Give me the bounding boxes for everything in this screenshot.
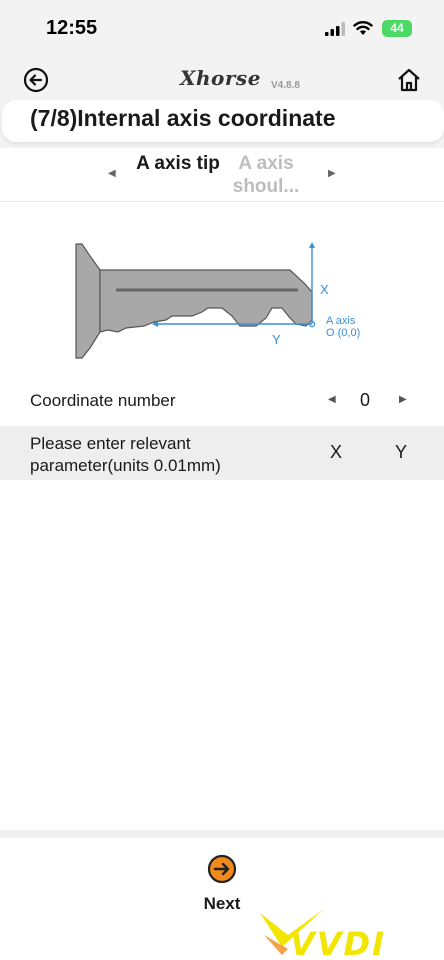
app-version: V4.8.8 xyxy=(271,80,300,91)
axis-tabs: ◀ A axis tip A axis shoul... ▶ xyxy=(0,150,444,202)
title-card: (7/8)Internal axis coordinate xyxy=(2,100,444,142)
x-axis-label: X xyxy=(320,282,329,297)
origin-axis-label: A axis xyxy=(326,315,356,327)
footer-divider xyxy=(0,830,444,838)
coordinate-number-row: Coordinate number ◀ 0 ▶ xyxy=(0,380,444,420)
parameter-header: Please enter relevant parameter(units 0.… xyxy=(0,426,444,480)
watermark-text: VVDI xyxy=(290,925,386,960)
cellular-signal-icon xyxy=(325,22,345,36)
origin-coord-label: O (0,0) xyxy=(326,327,360,339)
column-x-header: X xyxy=(330,442,343,462)
tab-a-axis-tip[interactable]: A axis tip xyxy=(128,152,228,175)
arrow-right-circle-icon[interactable] xyxy=(207,854,237,884)
tab-next-icon[interactable]: ▶ xyxy=(328,168,336,179)
back-circle-icon[interactable] xyxy=(22,66,50,94)
status-bar: 12:55 44 xyxy=(0,0,444,56)
coordinate-number-value: 0 xyxy=(360,390,371,410)
y-axis-label: Y xyxy=(272,332,281,347)
nav-bar: Xhorse V4.8.8 xyxy=(0,58,444,102)
status-time: 12:55 xyxy=(46,17,98,39)
tab-a-axis-shoulder[interactable]: A axis shoul... xyxy=(216,152,316,198)
x-axis-arrowhead xyxy=(309,242,315,248)
wifi-icon xyxy=(353,21,373,35)
key-blade xyxy=(99,269,313,333)
coordinate-increment-icon[interactable]: ▶ xyxy=(399,394,407,405)
battery-icon: 44 xyxy=(382,20,412,37)
coordinate-decrement-icon[interactable]: ◀ xyxy=(328,394,336,405)
parameter-instruction: Please enter relevant parameter(units 0.… xyxy=(30,434,221,475)
page-title: (7/8)Internal axis coordinate xyxy=(30,105,336,131)
key-head xyxy=(75,243,101,359)
coordinate-number-label: Coordinate number xyxy=(30,391,176,410)
home-icon[interactable] xyxy=(395,66,423,94)
key-axis-diagram: X Y A axis O (0,0) xyxy=(75,242,360,359)
column-y-header: Y xyxy=(395,442,408,462)
xhorse-logo: Xhorse xyxy=(180,66,261,90)
tab-prev-icon[interactable]: ◀ xyxy=(108,168,116,179)
